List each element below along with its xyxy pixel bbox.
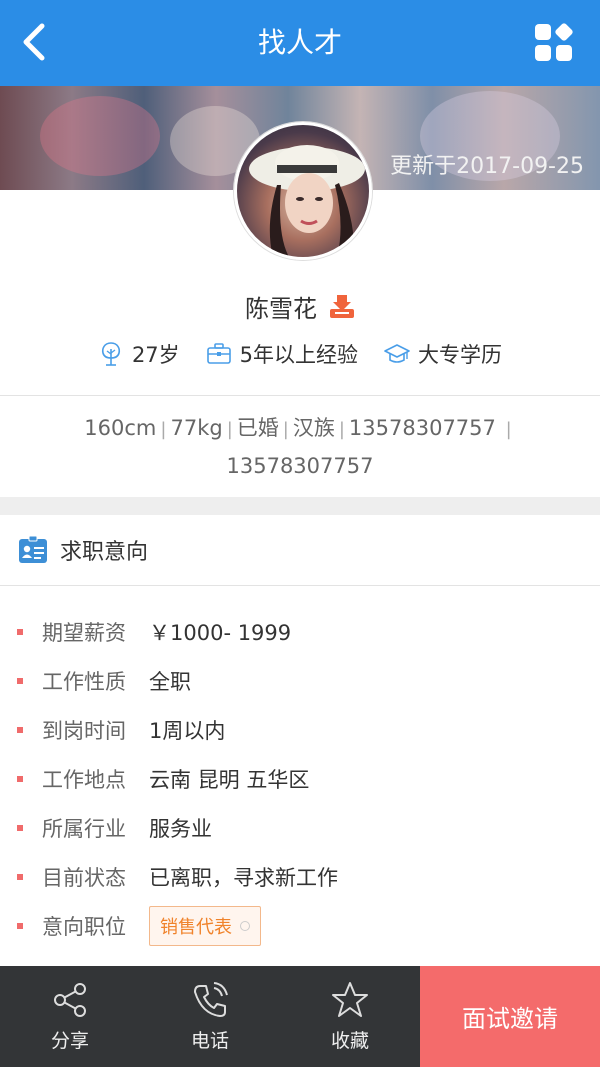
top-bar: 找人才 — [0, 0, 600, 86]
updated-date: 更新于2017-09-25 — [390, 154, 584, 179]
item-key: 意向职位 — [42, 914, 126, 939]
position-tag-label: 销售代表 — [160, 916, 232, 938]
list-item: 意向职位 销售代表 — [0, 901, 600, 950]
phone-value-2[interactable]: 13578307757 — [227, 454, 374, 478]
list-item: 所属行业 服务业 — [0, 803, 600, 852]
id-card-icon — [19, 535, 47, 563]
education-label: 大专学历 — [418, 343, 503, 367]
job-intent-list: 期望薪资 ￥1000- 1999 工作性质 全职 到岗时间 1周以内 工作地点 … — [0, 607, 600, 950]
item-value: 已离职，寻求新工作 — [149, 865, 338, 890]
share-button[interactable]: 分享 — [0, 966, 140, 1067]
menu-button[interactable] — [534, 23, 574, 63]
ethnicity-value: 汉族 — [292, 416, 335, 440]
position-tag[interactable]: 销售代表 — [149, 905, 261, 946]
favorite-button[interactable]: 收藏 — [280, 966, 420, 1067]
item-value: ￥1000- 1999 — [149, 620, 292, 645]
tree-icon — [101, 342, 120, 366]
item-key: 期望薪资 — [42, 620, 126, 645]
item-key: 所属行业 — [42, 816, 126, 841]
weight-value: 77kg — [170, 416, 223, 440]
item-key: 工作性质 — [42, 669, 126, 694]
phone-button[interactable]: 电话 — [140, 966, 280, 1067]
candidate-name: 陈雪花 — [245, 294, 317, 323]
section-header: 求职意向 — [0, 515, 600, 585]
section-title: 求职意向 — [60, 540, 149, 565]
item-key: 工作地点 — [42, 767, 126, 792]
avatar-photo — [249, 145, 365, 257]
interview-invite-button[interactable]: 面试邀请 — [420, 966, 600, 1067]
list-item: 期望薪资 ￥1000- 1999 — [0, 607, 600, 656]
personal-details: 160cm | 77kg | 已婚 | 汉族 | 13578307757 | 135783077… — [84, 416, 512, 478]
name-row: 陈雪花 — [0, 286, 600, 326]
phone-label: 电话 — [190, 1030, 229, 1052]
divider — [0, 585, 600, 586]
item-value: 云南 昆明 五华区 — [149, 767, 310, 792]
bottom-action-bar: 分享 电话 收藏 面试邀请 — [0, 966, 600, 1067]
list-item: 目前状态 已离职，寻求新工作 — [0, 852, 600, 901]
experience-label: 5年以上经验 — [239, 343, 359, 367]
page-title: 找人才 — [257, 26, 342, 59]
stats-row: 27岁 5年以上经验 大专学历 — [0, 336, 600, 372]
share-icon — [54, 983, 86, 1017]
favorite-label: 收藏 — [330, 1030, 369, 1052]
star-icon — [332, 982, 368, 1017]
circle-icon — [240, 920, 250, 931]
phone-icon — [194, 982, 228, 1017]
marital-value: 已婚 — [236, 416, 279, 440]
grid-icon — [535, 23, 573, 61]
height-value: 160cm — [84, 416, 157, 440]
list-item: 工作性质 全职 — [0, 656, 600, 705]
item-value: 全职 — [149, 669, 191, 694]
section-separator — [0, 497, 600, 515]
age-stat: 27岁 — [98, 339, 180, 369]
item-value: 服务业 — [149, 816, 212, 841]
download-icon[interactable] — [329, 293, 355, 319]
share-label: 分享 — [50, 1030, 89, 1052]
age-label: 27岁 — [131, 343, 180, 367]
education-stat: 大专学历 — [384, 339, 502, 369]
list-item: 到岗时间 1周以内 — [0, 705, 600, 754]
experience-stat: 5年以上经验 — [206, 339, 358, 369]
divider — [0, 395, 600, 396]
briefcase-icon — [206, 343, 231, 364]
avatar — [234, 122, 372, 260]
item-key: 目前状态 — [42, 865, 126, 890]
graduation-cap-icon — [384, 344, 410, 363]
list-item: 工作地点 云南 昆明 五华区 — [0, 754, 600, 803]
phone-value[interactable]: 13578307757 — [349, 416, 496, 440]
item-value: 1周以内 — [149, 718, 226, 743]
item-key: 到岗时间 — [42, 718, 126, 743]
